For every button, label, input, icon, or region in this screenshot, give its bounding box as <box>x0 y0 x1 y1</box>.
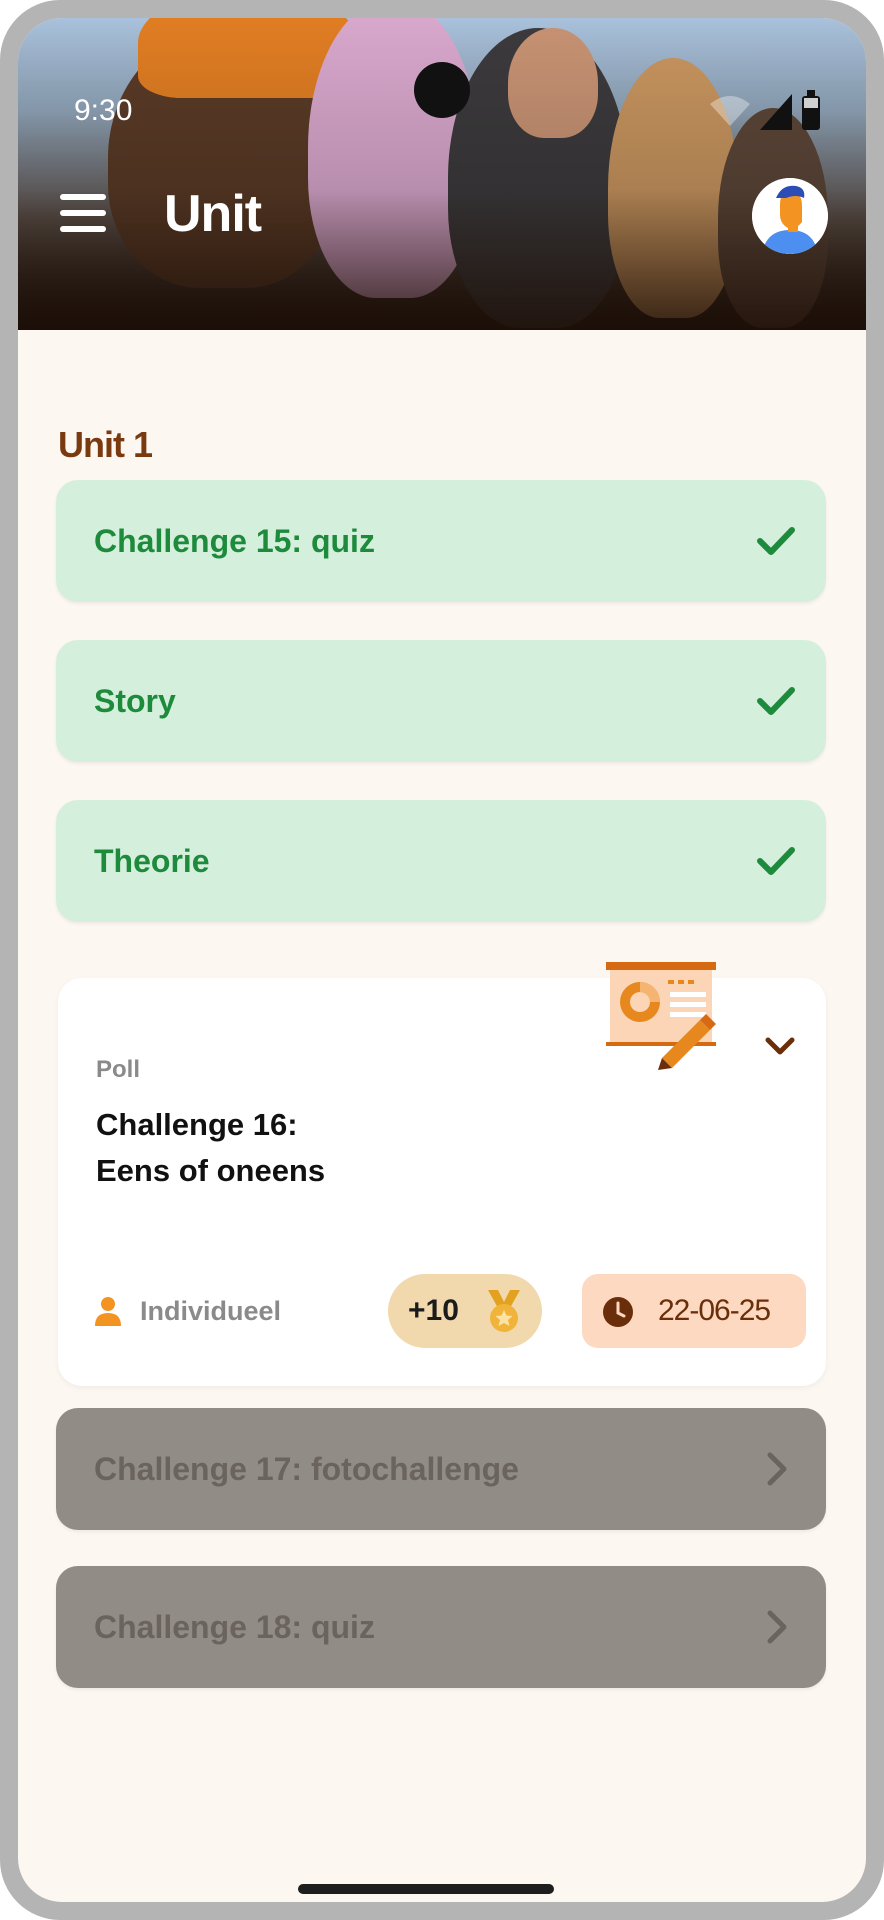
due-date: 22-06-25 <box>658 1294 771 1327</box>
points-badge: +10 <box>388 1274 542 1348</box>
points-value: +10 <box>408 1294 459 1327</box>
locked-item-challenge-17[interactable]: Challenge 17: fotochallenge <box>56 1408 826 1530</box>
status-icons <box>710 90 820 130</box>
challenge-title-line-2: Eens of oneens <box>96 1153 326 1188</box>
active-challenge-card[interactable]: Poll Challenge 16: Eens of oneens Indivi… <box>58 962 826 1386</box>
due-date-badge: 22-06-25 <box>582 1274 806 1348</box>
section-title: Unit 1 <box>58 424 153 465</box>
item-label: Challenge 17: fotochallenge <box>94 1451 519 1487</box>
signal-icon <box>760 94 792 130</box>
phone-frame: 9:30 Unit Unit 1 Challenge 15: quiz Stor… <box>0 0 884 1920</box>
page-title: Unit <box>164 185 262 243</box>
checkmark-icon <box>757 527 795 555</box>
chevron-right-icon <box>767 1452 787 1486</box>
avatar[interactable] <box>752 178 828 254</box>
medal-icon <box>488 1290 520 1332</box>
challenge-type: Poll <box>96 1056 141 1083</box>
status-time: 9:30 <box>74 94 133 127</box>
completed-item-theorie[interactable]: Theorie <box>56 800 826 922</box>
header-banner: 9:30 Unit <box>18 18 866 330</box>
challenge-title-line-1: Challenge 16: <box>96 1107 298 1142</box>
challenge-title: Challenge 16: Eens of oneens <box>96 1102 456 1194</box>
clock-icon <box>603 1297 633 1327</box>
challenge-mode: Individueel <box>140 1296 282 1326</box>
wifi-icon <box>710 96 750 126</box>
item-label: Theorie <box>94 843 210 879</box>
completed-item-story[interactable]: Story <box>56 640 826 762</box>
front-camera <box>414 62 470 118</box>
chevron-down-icon[interactable] <box>760 1026 800 1066</box>
item-label: Challenge 15: quiz <box>94 523 375 559</box>
completed-item-challenge-15[interactable]: Challenge 15: quiz <box>56 480 826 602</box>
person-icon <box>95 1297 121 1326</box>
home-indicator[interactable] <box>298 1884 554 1894</box>
checkmark-icon <box>757 687 795 715</box>
hamburger-menu-icon[interactable] <box>60 194 106 234</box>
chevron-right-icon <box>767 1610 787 1644</box>
item-label: Challenge 18: quiz <box>94 1609 375 1645</box>
locked-item-challenge-18[interactable]: Challenge 18: quiz <box>56 1566 826 1688</box>
screen: 9:30 Unit Unit 1 Challenge 15: quiz Stor… <box>18 18 866 1902</box>
presentation-chart-icon <box>606 962 716 1070</box>
checkmark-icon <box>757 847 795 875</box>
item-label: Story <box>94 683 176 719</box>
